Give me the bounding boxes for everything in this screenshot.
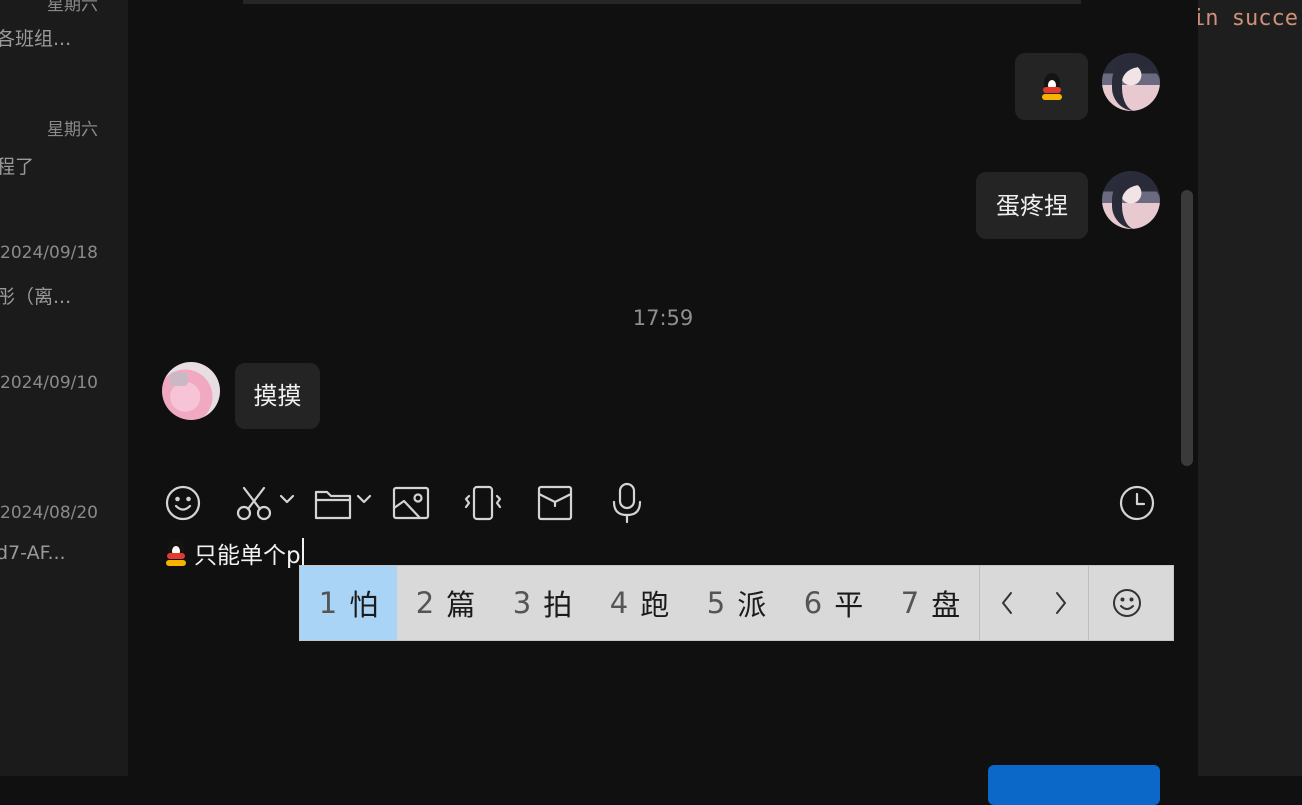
image-icon [392, 486, 430, 520]
code-editor-window: in succe [1198, 0, 1302, 776]
microphone-icon [612, 482, 642, 524]
conversation-date: 2024/08/20 [0, 503, 98, 523]
conversation-item[interactable]: 星期六 各班组... [0, 0, 128, 50]
message-divider [243, 0, 1081, 4]
message-bubble-self[interactable]: 蛋疼捏 [976, 172, 1088, 239]
chevron-right-icon [1056, 592, 1066, 614]
ime-candidate[interactable]: 7盘 [882, 566, 979, 640]
ime-candidate-number: 3 [512, 586, 532, 620]
message-timestamp: 17:59 [632, 306, 694, 330]
emoji-button[interactable] [164, 482, 202, 524]
voice-button[interactable] [608, 482, 646, 524]
ime-candidate[interactable]: 2篇 [397, 566, 494, 640]
ime-candidate-text: 平 [834, 588, 864, 622]
ime-prev-page-button[interactable] [980, 566, 1034, 640]
ime-candidate-number: 1 [318, 586, 338, 620]
ime-candidate-number: 5 [706, 586, 726, 620]
message-bubble-other[interactable]: 摸摸 [235, 363, 320, 429]
ime-candidate-text: 怕 [349, 588, 379, 622]
chat-scrollbar[interactable] [1181, 190, 1193, 466]
conversation-item[interactable]: 2024/09/18 彤（离... [0, 160, 128, 308]
contact-avatar[interactable] [162, 362, 220, 420]
conversation-date: 2024/09/18 [0, 243, 98, 263]
self-avatar[interactable] [1102, 171, 1160, 229]
ime-candidate[interactable]: 1怕 [300, 566, 397, 640]
conversation-date: 星期六 [47, 120, 98, 140]
ime-candidate[interactable]: 3拍 [494, 566, 591, 640]
red-packet-icon [537, 485, 573, 521]
message-bubble-self[interactable] [1015, 53, 1088, 120]
ime-candidate-text: 盘 [931, 588, 961, 622]
ime-candidate-number: 4 [609, 586, 629, 620]
conversation-list: 星期六 各班组... 星期六 程了 2024/09/18 彤（离... 2024… [0, 0, 128, 776]
ime-candidate-text: 派 [737, 588, 767, 622]
file-button[interactable] [314, 482, 376, 524]
ime-candidate[interactable]: 5派 [688, 566, 785, 640]
qq-penguin-icon [1040, 72, 1064, 101]
ime-emoji-button[interactable] [1089, 566, 1165, 640]
history-button[interactable] [1118, 482, 1156, 524]
code-text: in succe [1198, 6, 1298, 31]
qq-penguin-icon [164, 539, 188, 567]
ime-candidate-number: 2 [415, 586, 435, 620]
conversation-date: 星期六 [47, 0, 98, 15]
conversation-snippet: d7-AF... [0, 542, 66, 564]
message-input-text: 只能单个p [194, 543, 301, 569]
chevron-left-icon [1002, 592, 1012, 614]
self-avatar[interactable] [1102, 53, 1160, 111]
conversation-item[interactable]: 2024/08/20 d7-AF... [0, 420, 128, 564]
ime-candidate-number: 7 [900, 586, 920, 620]
emoji-icon [165, 485, 201, 521]
ime-candidate-text: 跑 [640, 588, 670, 622]
conversation-item[interactable]: 2024/09/10 [0, 290, 128, 420]
chat-pane: 蛋疼捏 17:59 摸摸 只能单个p [128, 0, 1198, 805]
shake-button[interactable] [462, 482, 504, 524]
conversation-item[interactable]: 星期六 程了 [0, 30, 128, 178]
ime-candidate-text: 篇 [446, 588, 476, 622]
ime-candidate[interactable]: 6平 [785, 566, 882, 640]
emoji-icon [1113, 589, 1141, 617]
ime-next-page-button[interactable] [1034, 566, 1088, 640]
message-input[interactable]: 只能单个p [164, 536, 304, 570]
history-clock-icon [1119, 485, 1155, 521]
red-packet-button[interactable] [536, 482, 574, 524]
screenshot-button[interactable] [236, 482, 298, 524]
ime-candidate[interactable]: 4跑 [591, 566, 688, 640]
screenshot-scissors-icon [236, 486, 295, 521]
image-button[interactable] [392, 482, 430, 524]
folder-icon [314, 490, 372, 520]
ime-candidate-text: 拍 [543, 588, 573, 622]
ime-candidate-bar: 1怕 2篇 3拍 4跑 5派 6平 7盘 [299, 565, 1174, 641]
conversation-date: 2024/09/10 [0, 373, 98, 393]
shake-icon [464, 485, 502, 521]
send-button[interactable] [988, 765, 1160, 805]
ime-candidate-number: 6 [803, 586, 823, 620]
text-caret [301, 538, 304, 568]
